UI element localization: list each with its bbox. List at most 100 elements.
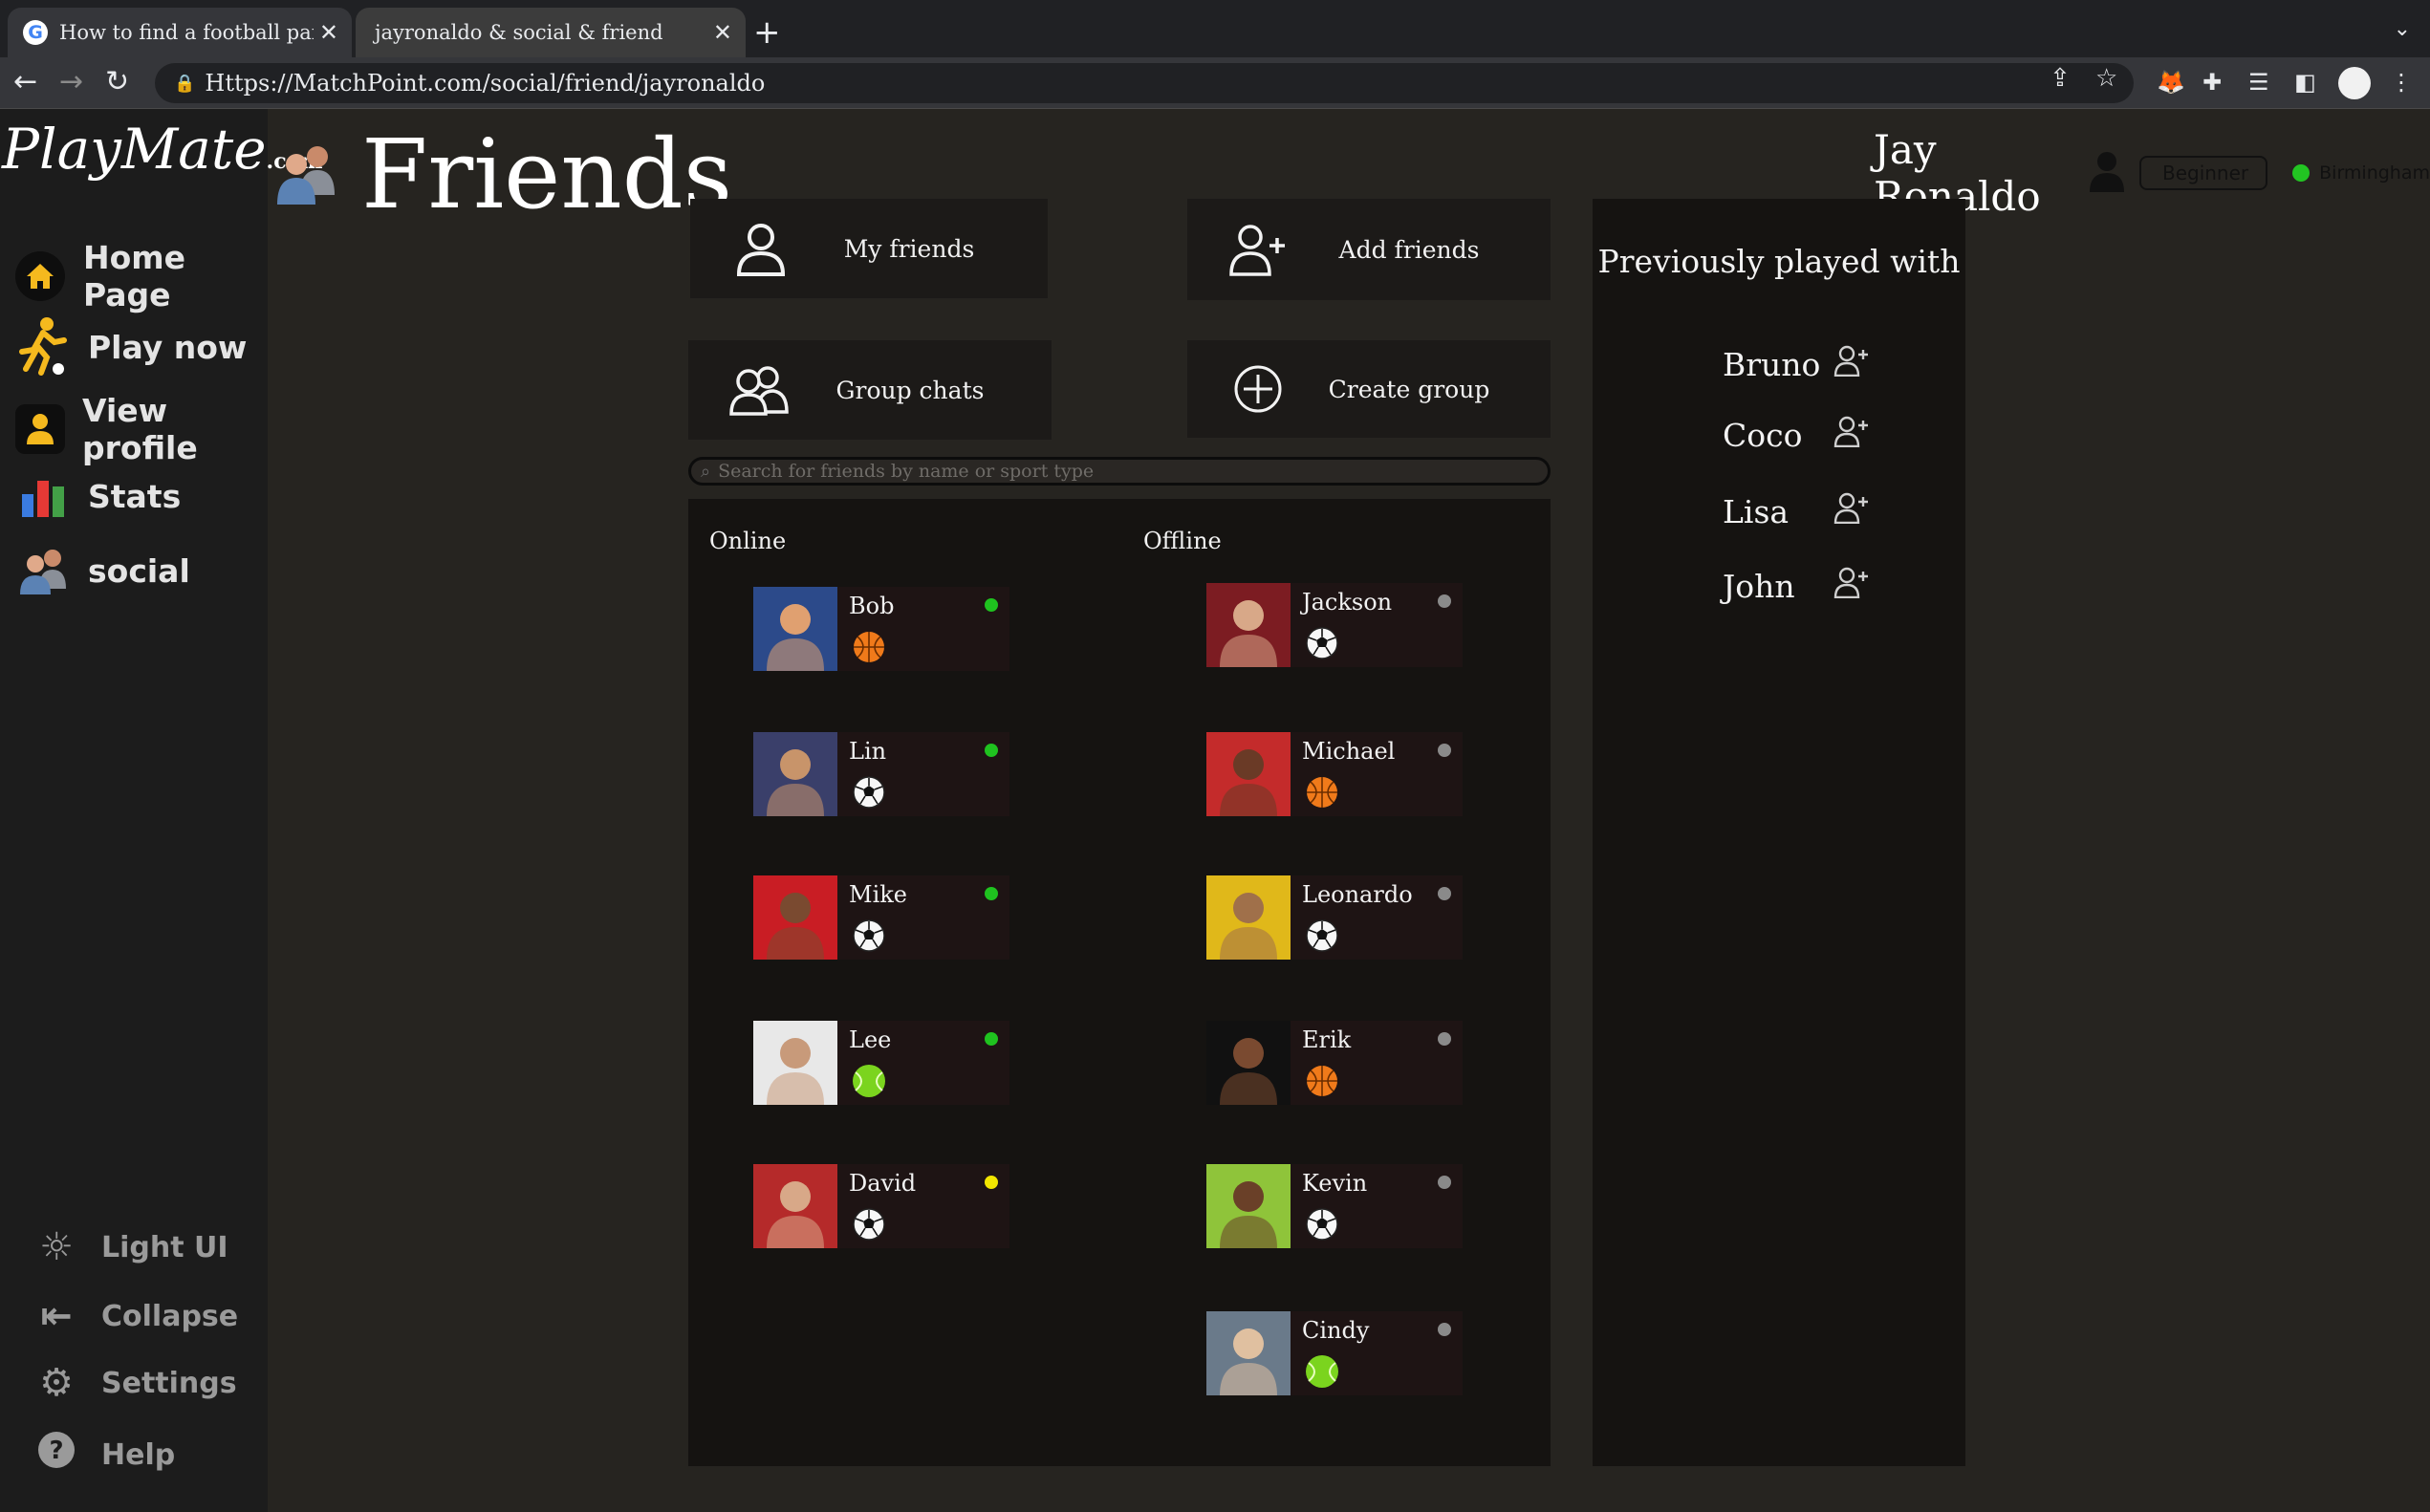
level-badge: Beginner — [2138, 156, 2268, 190]
my-friends-button[interactable]: My friends — [690, 199, 1048, 298]
plus-circle-icon — [1220, 363, 1296, 415]
add-friend-icon[interactable] — [1833, 344, 1870, 384]
sidebar-item-stats[interactable]: Stats — [13, 466, 181, 526]
add-friend-icon[interactable] — [1833, 491, 1870, 531]
offline-friend-card[interactable]: Kevin — [1206, 1164, 1463, 1248]
fox-extension-icon[interactable]: 🦊 — [2157, 69, 2185, 96]
friend-name: Jackson — [1302, 589, 1393, 616]
reading-list-icon[interactable]: ☰ — [2248, 69, 2269, 96]
close-tab-icon[interactable]: ✕ — [319, 19, 338, 46]
tab-search-chevron-icon[interactable]: ⌄ — [2394, 17, 2411, 41]
football-icon — [851, 918, 887, 954]
status-away-dot — [985, 1176, 998, 1189]
extensions-puzzle-icon[interactable]: ✚ — [2202, 69, 2222, 96]
search-input[interactable] — [718, 461, 1541, 482]
sidebar-item-label: Stats — [88, 477, 182, 515]
collapse-button[interactable]: ⇤ Collapse — [33, 1294, 238, 1338]
offline-friend-card[interactable]: Michael — [1206, 732, 1463, 816]
bottom-item-label: Light UI — [101, 1230, 228, 1264]
previously-played-item: Coco — [1723, 415, 1870, 455]
online-friend-card[interactable]: David — [753, 1164, 1009, 1248]
sidebar-item-home[interactable]: Home Page — [13, 239, 268, 313]
friend-search-bar[interactable]: ⌕ — [688, 457, 1551, 486]
person-icon — [13, 400, 67, 459]
lock-icon: 🔒 — [174, 73, 196, 94]
previously-played-title: Previously played with — [1597, 243, 1961, 280]
add-friend-icon[interactable] — [1833, 415, 1870, 455]
previously-played-item: John — [1723, 566, 1870, 606]
create-group-button[interactable]: Create group — [1187, 340, 1551, 438]
kebab-menu-icon[interactable]: ⋮ — [2390, 69, 2413, 96]
offline-friend-card[interactable]: Cindy — [1206, 1311, 1463, 1395]
friend-avatar[interactable] — [753, 732, 837, 816]
friends-icon — [273, 140, 340, 210]
bottom-item-label: Settings — [101, 1366, 237, 1400]
football-icon — [1304, 1206, 1340, 1242]
bottom-item-label: Help — [101, 1437, 176, 1472]
bookmark-star-icon[interactable]: ☆ — [2095, 64, 2117, 93]
offline-friend-card[interactable]: Erik — [1206, 1021, 1463, 1105]
new-tab-icon[interactable]: + — [753, 13, 781, 52]
friend-name: Cindy — [1302, 1317, 1370, 1344]
friend-avatar[interactable] — [1206, 732, 1291, 816]
friend-avatar[interactable] — [1206, 1311, 1291, 1395]
back-icon[interactable]: ← — [13, 65, 37, 98]
friend-avatar[interactable] — [753, 1164, 837, 1248]
status-offline-dot — [1438, 1032, 1451, 1046]
online-friend-card[interactable]: Bob — [753, 587, 1009, 671]
status-online-dot — [985, 598, 998, 612]
bar-chart-icon — [13, 466, 73, 526]
add-friends-button[interactable]: Add friends — [1187, 199, 1551, 300]
status-online-dot — [985, 1032, 998, 1046]
friend-name: David — [849, 1170, 917, 1197]
browser-tab-football[interactable]: G How to find a football partner ✕ — [8, 8, 352, 57]
location-status-dot — [2292, 164, 2311, 182]
collapse-icon: ⇤ — [40, 1294, 73, 1338]
friend-avatar[interactable] — [753, 875, 837, 960]
friend-avatar[interactable] — [1206, 875, 1291, 960]
sidebar-item-play-now[interactable]: Play now — [13, 317, 247, 377]
running-person-icon — [13, 317, 73, 377]
person-outline-icon — [723, 221, 799, 276]
sidebar-item-view-profile[interactable]: View profile — [13, 392, 268, 466]
add-friend-icon[interactable] — [1833, 566, 1870, 606]
side-panel-icon[interactable]: ◧ — [2294, 69, 2316, 96]
settings-button[interactable]: ⚙ Settings — [33, 1361, 237, 1405]
friend-avatar[interactable] — [1206, 1021, 1291, 1105]
light-ui-toggle[interactable]: ☼ Light UI — [33, 1225, 228, 1269]
football-icon — [851, 774, 887, 810]
address-bar[interactable]: 🔒 Https://MatchPoint.com/social/friend/j… — [155, 63, 2134, 103]
friend-avatar[interactable] — [1206, 583, 1291, 667]
friend-avatar[interactable] — [753, 1021, 837, 1105]
football-icon — [1304, 625, 1340, 661]
status-offline-dot — [1438, 887, 1451, 900]
reload-icon[interactable]: ↻ — [105, 65, 129, 98]
status-offline-dot — [1438, 1176, 1451, 1189]
url-text: Https://MatchPoint.com/social/friend/jay… — [205, 70, 766, 97]
sidebar-item-social[interactable]: social — [13, 541, 190, 600]
help-button[interactable]: ? Help — [33, 1430, 175, 1480]
online-friend-card[interactable]: Lin — [753, 732, 1009, 816]
friend-name: Kevin — [1302, 1170, 1368, 1197]
friend-name: Leonardo — [1302, 881, 1413, 908]
friend-avatar[interactable] — [753, 587, 837, 671]
close-tab-icon[interactable]: ✕ — [713, 19, 732, 46]
previously-played-panel: Previously played with Bruno Coco Lisa John — [1593, 199, 1965, 1466]
share-icon[interactable]: ⇪ — [2050, 64, 2071, 93]
group-chats-button[interactable]: Group chats — [688, 340, 1052, 440]
user-icon[interactable] — [2088, 150, 2126, 196]
offline-friend-card[interactable]: Jackson — [1206, 583, 1463, 667]
online-friend-card[interactable]: Lee — [753, 1021, 1009, 1105]
friend-avatar[interactable] — [1206, 1164, 1291, 1248]
profile-avatar-icon[interactable] — [2338, 67, 2371, 99]
tennis-icon — [1304, 1353, 1340, 1390]
group-icon — [721, 364, 797, 416]
browser-tab-friends[interactable]: jayronaldo & social & friend ✕ — [356, 8, 746, 57]
forward-icon[interactable]: → — [59, 65, 83, 98]
status-offline-dot — [1438, 744, 1451, 757]
offline-friend-card[interactable]: Leonardo — [1206, 875, 1463, 960]
online-friend-card[interactable]: Mike — [753, 875, 1009, 960]
basketball-icon — [851, 629, 887, 665]
people-icon — [13, 541, 73, 600]
location-indicator: Birmingham — [2292, 162, 2430, 184]
